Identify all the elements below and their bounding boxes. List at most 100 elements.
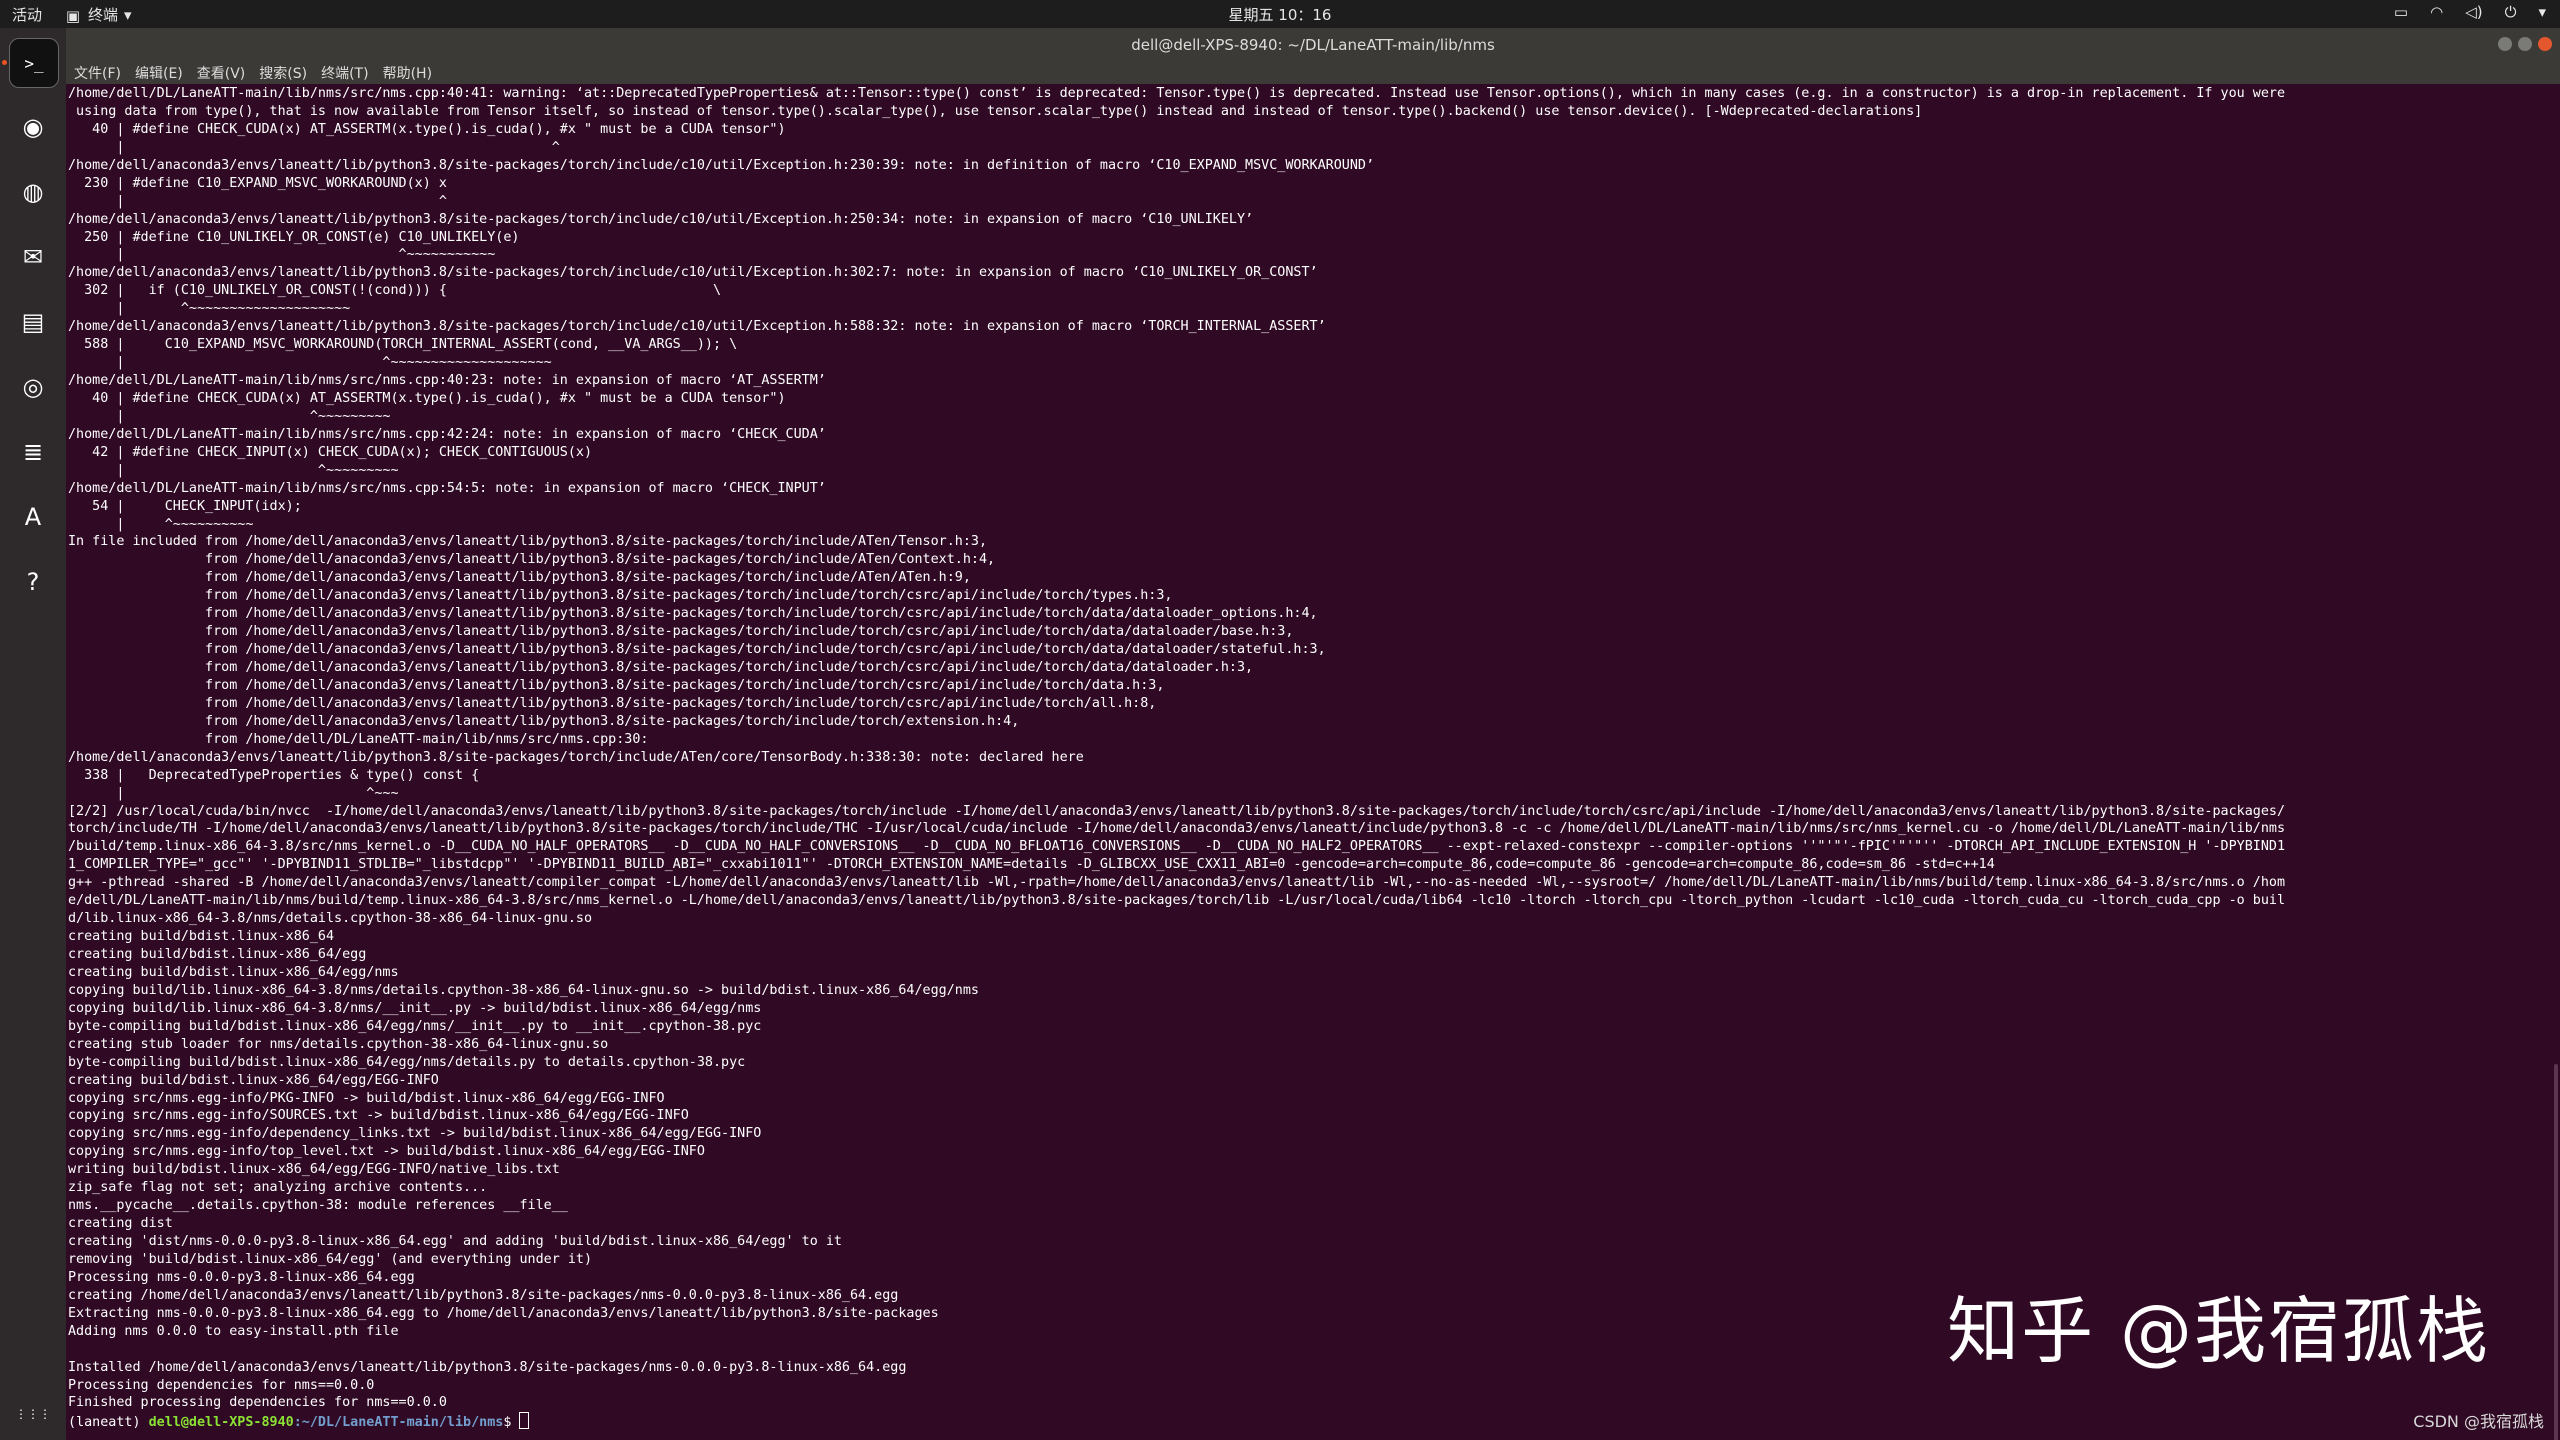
terminal-output: /home/dell/DL/LaneATT-main/lib/nms/src/n… — [66, 84, 2560, 1430]
terminal-view[interactable]: /home/dell/DL/LaneATT-main/lib/nms/src/n… — [66, 84, 2560, 1440]
menu-item[interactable]: 搜索(S) — [259, 63, 307, 83]
terminal-line: Processing dependencies for nms==0.0.0 — [68, 1377, 375, 1393]
text-cursor — [519, 1412, 530, 1430]
firefox-icon[interactable]: ◍ — [9, 168, 57, 216]
terminal-line: 40 | #define CHECK_CUDA(x) AT_ASSERTM(x.… — [68, 390, 786, 406]
dock-glyph: >_ — [24, 53, 44, 73]
terminal-line: 1_COMPILER_TYPE="_gcc"' '-DPYBIND11_STDL… — [68, 857, 1995, 873]
terminal-line: from /home/dell/anaconda3/envs/laneatt/l… — [68, 624, 1294, 640]
terminal-line: In file included from /home/dell/anacond… — [68, 534, 988, 550]
terminal-line: | ^~~~~~~~~~~~~~~~~~~~~ — [68, 355, 552, 371]
dock-glyph: ◍ — [22, 178, 44, 206]
terminal-line: from /home/dell/anaconda3/envs/laneatt/l… — [68, 660, 1254, 675]
terminal-line: from /home/dell/anaconda3/envs/laneatt/l… — [68, 695, 1157, 711]
dock-glyph: ✉ — [22, 243, 44, 271]
terminal-small-icon: ▣ — [65, 6, 81, 25]
terminal-line: from /home/dell/anaconda3/envs/laneatt/l… — [68, 713, 1020, 729]
terminal-line: d/lib.linux-x86_64-3.8/nms/details.cpyth… — [68, 911, 593, 927]
prompt-symbol: $ — [503, 1415, 520, 1431]
terminal-line: /home/dell/anaconda3/envs/laneatt/lib/py… — [68, 157, 1375, 173]
menu-item[interactable]: 终端(T) — [321, 63, 368, 83]
terminal-line: copying src/nms.egg-info/SOURCES.txt -> … — [68, 1108, 689, 1124]
terminal-line: 250 | #define C10_UNLIKELY_OR_CONST(e) C… — [68, 229, 520, 245]
terminal-line: /home/dell/DL/LaneATT-main/lib/nms/src/n… — [68, 480, 826, 496]
terminal-line: using data from type(), that is now avai… — [68, 103, 1923, 119]
dock-glyph: ◎ — [22, 373, 44, 401]
terminal-line: | ^~~~~~~~~~~ — [68, 516, 254, 532]
gnome-top-bar: 活动 ▣ 终端 ▾ 星期五 10：16 ▭ ◠ ◁) ⏻ ▾ — [0, 0, 2560, 28]
keyboard-icon[interactable]: ▭ — [2394, 3, 2408, 21]
dock-glyph: ▤ — [21, 308, 45, 336]
credit-text: CSDN @我宿孤栈 — [2413, 1412, 2544, 1431]
terminal-line: from /home/dell/anaconda3/envs/laneatt/l… — [68, 570, 971, 586]
dock-glyph: A — [24, 503, 42, 531]
dock-glyph: ≣ — [22, 438, 44, 466]
terminal-line: 42 | #define CHECK_INPUT(x) CHECK_CUDA(x… — [68, 444, 593, 460]
maximize-button[interactable] — [2518, 37, 2532, 51]
terminal-line: | ^~~~ — [68, 785, 399, 801]
volume-icon[interactable]: ◁) — [2465, 3, 2482, 21]
terminal-icon[interactable]: >_ — [9, 38, 59, 88]
terminal-line: e/dell/DL/LaneATT-main/lib/nms/build/tem… — [68, 893, 2286, 909]
terminal-line: /home/dell/DL/LaneATT-main/lib/nms/src/n… — [68, 86, 2286, 101]
minimize-button[interactable] — [2498, 37, 2512, 51]
terminal-line: zip_safe flag not set; analyzing archive… — [68, 1180, 488, 1196]
close-button[interactable] — [2538, 37, 2552, 51]
terminal-line: creating stub loader for nms/details.cpy… — [68, 1036, 609, 1052]
activities-button[interactable]: 活动 — [12, 4, 42, 25]
window-titlebar[interactable]: dell@dell-XPS-8940: ~/DL/LaneATT-main/li… — [66, 28, 2560, 62]
terminal-line: creating 'dist/nms-0.0.0-py3.8-linux-x86… — [68, 1234, 842, 1249]
watermark: 知乎 @我宿孤栈 — [1947, 1289, 2490, 1373]
menu-item[interactable]: 查看(V) — [197, 63, 246, 83]
terminal-line: writing build/bdist.linux-x86_64/egg/EGG… — [68, 1162, 560, 1178]
terminal-line: creating build/bdist.linux-x86_64 — [68, 929, 335, 945]
terminal-line: copying src/nms.egg-info/PKG-INFO -> bui… — [68, 1090, 665, 1106]
rhythmbox-icon[interactable]: ◎ — [9, 363, 57, 411]
terminal-line: 588 | C10_EXPAND_MSVC_WORKAROUND(TORCH_I… — [68, 337, 738, 353]
terminal-line: nms.__pycache__.details.cpython-38: modu… — [68, 1198, 568, 1214]
menu-item[interactable]: 编辑(E) — [135, 63, 183, 83]
prompt-env: (laneatt) — [68, 1415, 149, 1431]
terminal-line: from /home/dell/DL/LaneATT-main/lib/nms/… — [68, 731, 649, 747]
terminal-line: /home/dell/DL/LaneATT-main/lib/nms/src/n… — [68, 373, 826, 388]
system-menu-chevron-icon[interactable]: ▾ — [2538, 3, 2546, 21]
files-icon[interactable]: ▤ — [9, 298, 57, 346]
terminal-line: /build/temp.linux-x86_64-3.8/src/nms_ker… — [68, 839, 2286, 855]
menu-item[interactable]: 帮助(H) — [383, 63, 432, 83]
terminal-line: 230 | #define C10_EXPAND_MSVC_WORKAROUND… — [68, 175, 447, 191]
terminal-line: /home/dell/anaconda3/envs/laneatt/lib/py… — [68, 265, 1318, 281]
terminal-line: 54 | CHECK_INPUT(idx); — [68, 498, 302, 514]
terminal-line: copying src/nms.egg-info/dependency_link… — [68, 1126, 762, 1142]
help-icon[interactable]: ? — [9, 558, 57, 606]
running-indicator — [2, 60, 7, 65]
terminal-line: copying build/lib.linux-x86_64-3.8/nms/_… — [68, 1000, 762, 1016]
thunderbird-icon[interactable]: ✉ — [9, 233, 57, 281]
terminal-line: copying src/nms.egg-info/top_level.txt -… — [68, 1144, 705, 1160]
chevron-down-icon: ▾ — [124, 5, 132, 24]
writer-icon[interactable]: ≣ — [9, 428, 57, 476]
menu-item[interactable]: 文件(F) — [74, 63, 121, 83]
scrollbar[interactable] — [2554, 1064, 2558, 1440]
show-apps-icon[interactable]: ⋮⋮⋮ — [9, 1390, 57, 1438]
wifi-icon[interactable]: ◠ — [2430, 3, 2443, 21]
app-menu[interactable]: ▣ 终端 ▾ — [64, 4, 132, 25]
terminal-line: creating dist — [68, 1216, 173, 1232]
terminal-line: /home/dell/anaconda3/envs/laneatt/lib/py… — [68, 211, 1254, 227]
menu-bar: 文件(F) 编辑(E) 查看(V) 搜索(S) 终端(T) 帮助(H) — [66, 62, 2560, 84]
terminal-line: creating build/bdist.linux-x86_64/egg/EG… — [68, 1072, 439, 1088]
prompt-path: :~/DL/LaneATT-main/lib/nms — [293, 1415, 504, 1431]
chrome-icon[interactable]: ◉ — [9, 103, 57, 151]
terminal-line: creating build/bdist.linux-x86_64/egg/nm… — [68, 964, 399, 980]
software-center-icon[interactable]: A — [9, 493, 57, 541]
terminal-line: Finished processing dependencies for nms… — [68, 1395, 447, 1411]
terminal-line: creating build/bdist.linux-x86_64/egg — [68, 947, 367, 962]
terminal-line: /home/dell/anaconda3/envs/laneatt/lib/py… — [68, 749, 1084, 765]
terminal-line: | ^~~~~~~~~~~~ — [68, 247, 496, 263]
terminal-line: from /home/dell/anaconda3/envs/laneatt/l… — [68, 588, 1173, 604]
dock-glyph: ⋮⋮⋮ — [15, 1407, 51, 1421]
dock-glyph: ◉ — [22, 113, 44, 141]
power-icon[interactable]: ⏻ — [2505, 3, 2517, 21]
terminal-line: from /home/dell/anaconda3/envs/laneatt/l… — [68, 552, 996, 568]
clock: 星期五 10：16 — [1228, 6, 1332, 24]
prompt-line[interactable]: (laneatt) dell@dell-XPS-8940:~/DL/LaneAT… — [68, 1412, 2560, 1430]
